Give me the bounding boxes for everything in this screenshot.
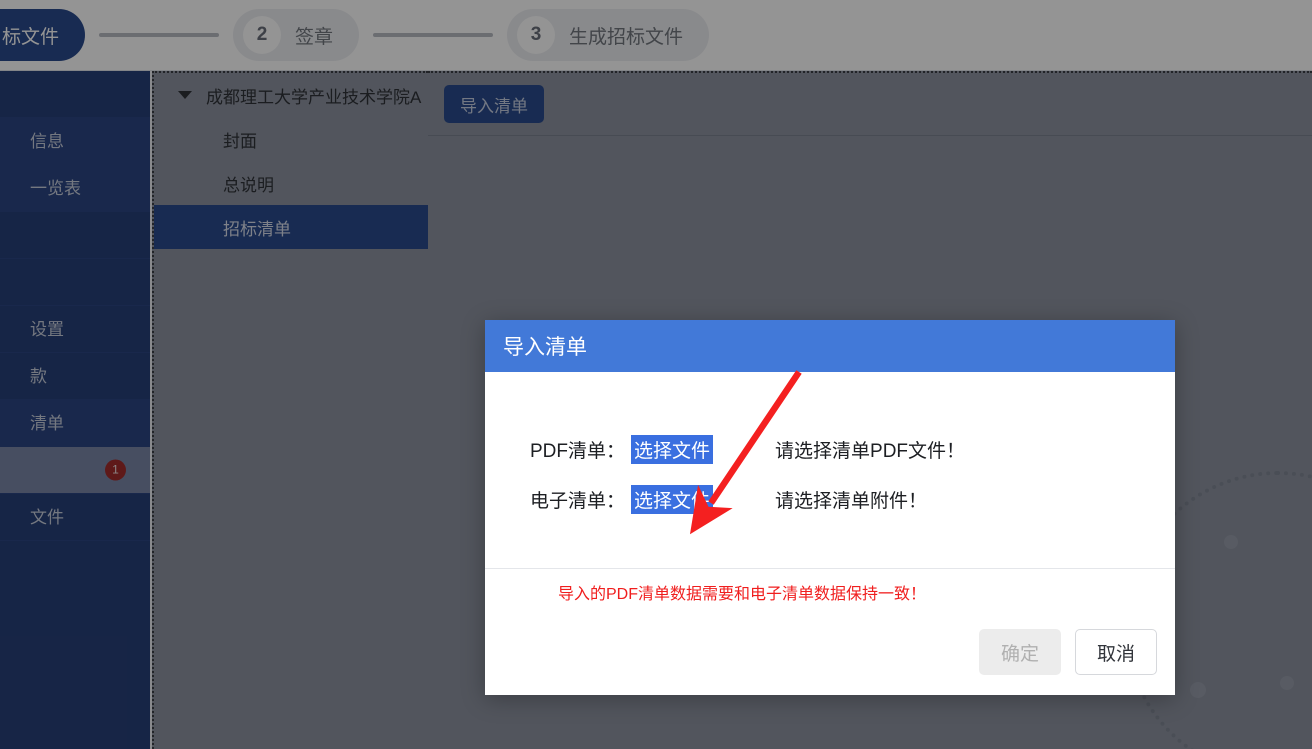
tree-root-label: 成都理工大学产业技术学院A bbox=[206, 87, 422, 107]
sidebar-item-7[interactable]: 清单 bbox=[0, 400, 150, 447]
dialog-warning-note: 导入的PDF清单数据需要和电子清单数据保持一致！ bbox=[558, 586, 927, 603]
tree-root-node[interactable]: 成都理工大学产业技术学院A bbox=[154, 73, 428, 117]
step-label-2: 签章 bbox=[295, 26, 334, 48]
left-sidebar: 信息 一览表 设置 款 清单 1 文件 bbox=[0, 71, 150, 749]
import-list-button[interactable]: 导入清单 bbox=[444, 85, 544, 123]
sidebar-item-6[interactable]: 款 bbox=[0, 353, 150, 400]
cancel-button[interactable]: 取消 bbox=[1075, 629, 1157, 675]
pdf-list-label: PDF清单： bbox=[530, 440, 626, 462]
step-item-3[interactable]: 3 生成招标文件 bbox=[507, 9, 710, 61]
sidebar-item-1[interactable]: 信息 bbox=[0, 118, 150, 165]
step-connector-2 bbox=[373, 33, 494, 37]
decorative-dot-2 bbox=[1280, 676, 1294, 690]
step-number-2: 2 bbox=[243, 16, 282, 54]
step-label-1: 标文件 bbox=[2, 26, 60, 48]
step-progress-bar: 1 标文件 2 签章 3 生成招标文件 bbox=[0, 0, 1312, 71]
sidebar-item-5[interactable]: 设置 bbox=[0, 306, 150, 353]
chevron-down-icon[interactable] bbox=[178, 91, 192, 99]
sidebar-item-3[interactable] bbox=[0, 212, 150, 259]
sidebar-item-2[interactable]: 一览表 bbox=[0, 165, 150, 212]
sidebar-item-9[interactable]: 文件 bbox=[0, 494, 150, 541]
step-label-3: 生成招标文件 bbox=[569, 26, 684, 48]
document-tree-panel: 成都理工大学产业技术学院A 封面 总说明 招标清单 bbox=[152, 71, 428, 749]
electronic-list-label: 电子清单： bbox=[530, 490, 626, 512]
electronic-list-hint: 请选择清单附件！ bbox=[775, 490, 928, 512]
pdf-list-hint: 请选择清单PDF文件！ bbox=[775, 440, 966, 462]
pdf-list-choose-file-button[interactable]: 选择文件 bbox=[631, 434, 714, 464]
step-item-1[interactable]: 1 标文件 bbox=[0, 9, 86, 61]
sidebar-item-4[interactable] bbox=[0, 259, 150, 306]
tree-item-bid-list[interactable]: 招标清单 bbox=[154, 205, 428, 249]
content-toolbar: 导入清单 bbox=[428, 73, 1312, 136]
pdf-list-row: PDF清单： 选择文件 请选择清单PDF文件！ bbox=[485, 424, 1175, 474]
confirm-button[interactable]: 确定 bbox=[979, 629, 1061, 675]
dialog-body: PDF清单： 选择文件 请选择清单PDF文件！ 电子清单： 选择文件 请选择清单… bbox=[485, 372, 1175, 695]
step-number-3: 3 bbox=[517, 16, 556, 54]
step-item-2[interactable]: 2 签章 bbox=[233, 9, 360, 61]
app-screen: 1 标文件 2 签章 3 生成招标文件 信息 一览表 设置 款 清单 1 bbox=[0, 0, 1312, 749]
decorative-dot-1 bbox=[1224, 535, 1238, 549]
sidebar-item-8[interactable]: 1 bbox=[0, 447, 150, 494]
sidebar-item-0[interactable] bbox=[0, 71, 150, 118]
dialog-footer: 确定 取消 bbox=[979, 629, 1157, 675]
tree-item-cover[interactable]: 封面 bbox=[154, 117, 428, 161]
electronic-list-row: 电子清单： 选择文件 请选择清单附件！ bbox=[485, 474, 1175, 524]
electronic-list-choose-file-button[interactable]: 选择文件 bbox=[631, 484, 714, 514]
sidebar-item-8-badge: 1 bbox=[105, 459, 126, 481]
tree-item-general-description[interactable]: 总说明 bbox=[154, 161, 428, 205]
dialog-divider bbox=[485, 568, 1175, 569]
dialog-title: 导入清单 bbox=[485, 320, 1175, 372]
step-connector-1 bbox=[99, 33, 220, 37]
decorative-dot-3 bbox=[1190, 682, 1206, 698]
steps-row: 1 标文件 2 签章 3 生成招标文件 bbox=[0, 9, 710, 61]
import-list-dialog: 导入清单 PDF清单： 选择文件 请选择清单PDF文件！ 电子清单： 选择文件 … bbox=[485, 320, 1175, 695]
